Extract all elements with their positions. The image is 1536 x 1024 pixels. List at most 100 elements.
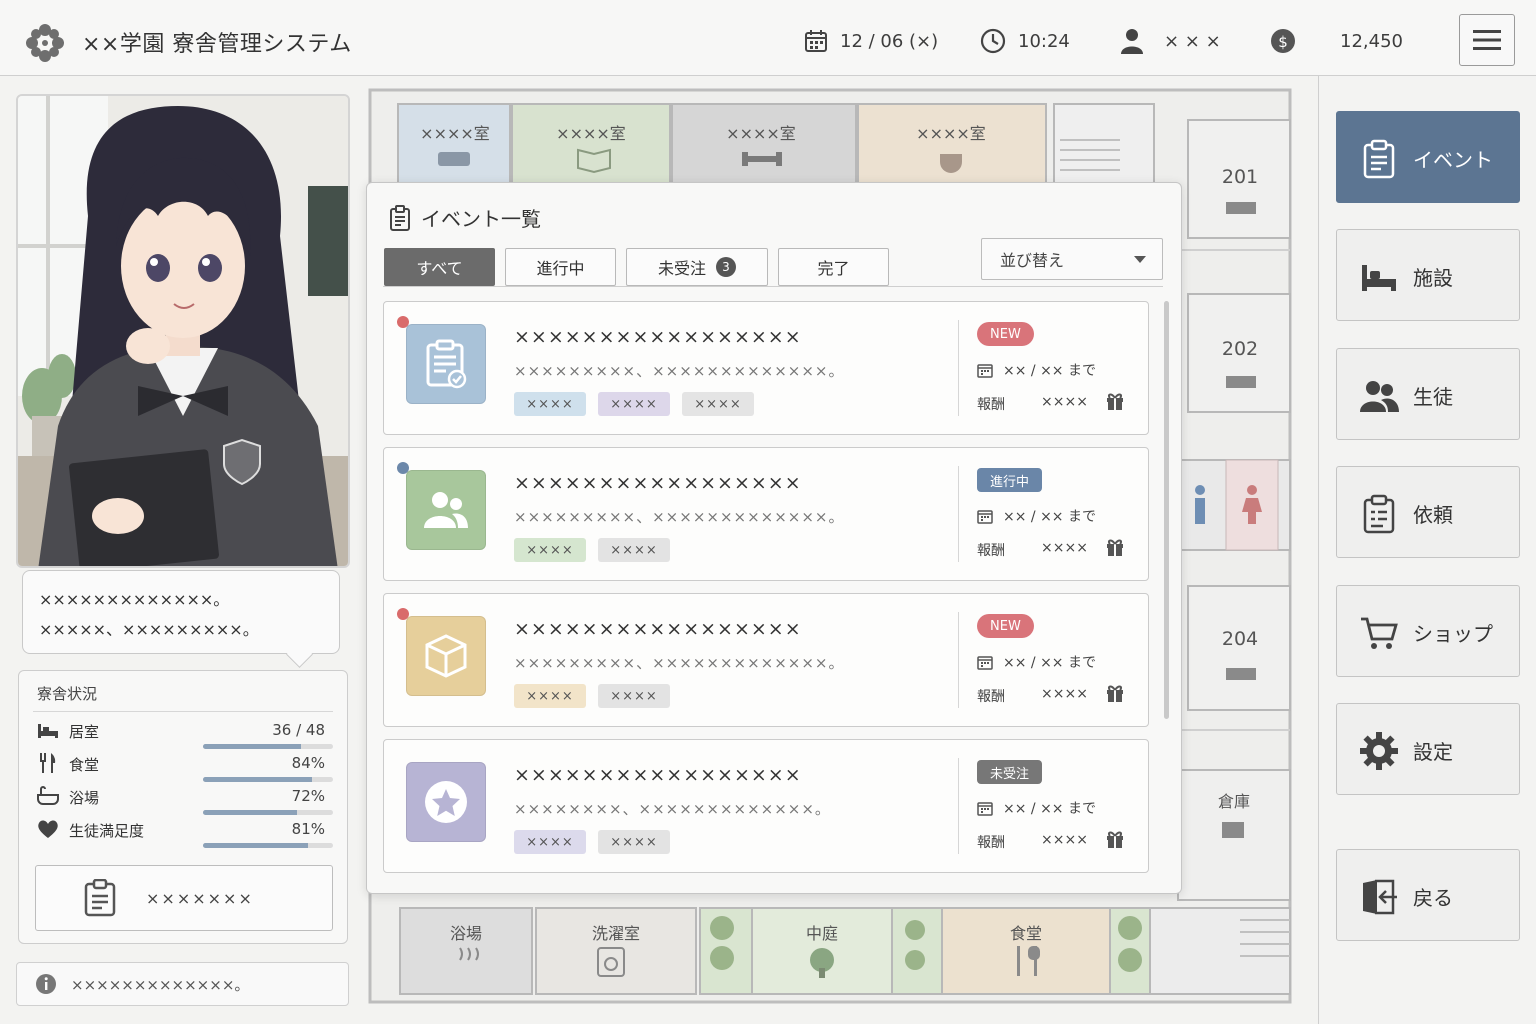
nav-facilities-button[interactable]: 施設 — [1336, 229, 1520, 321]
event-tag: ×××× — [514, 684, 586, 708]
sort-dropdown[interactable]: 並び替え — [981, 238, 1163, 280]
event-due: ×× / ×× まで — [977, 798, 1096, 818]
coin-icon: $ — [1271, 29, 1295, 53]
sort-label: 並び替え — [1000, 251, 1065, 270]
right-navigation: イベント 施設 生徒 依頼 ショップ 設定 戻る — [1318, 76, 1536, 1024]
tab-in-progress[interactable]: 進行中 — [505, 248, 616, 286]
nav-label: 施設 — [1413, 266, 1453, 290]
event-tag: ×××× — [598, 392, 670, 416]
tab-all[interactable]: すべて — [384, 248, 495, 286]
status-badge: 進行中 — [977, 468, 1043, 492]
nav-back-button[interactable]: 戻る — [1336, 849, 1520, 941]
reward-value: ×××× — [1041, 832, 1088, 848]
nav-label: 生徒 — [1413, 385, 1453, 409]
tab-not-accepted[interactable]: 未受注 3 — [626, 248, 768, 286]
clipboard-icon — [84, 879, 116, 917]
event-tag: ×××× — [598, 684, 670, 708]
status-progress-bar — [203, 810, 333, 815]
status-label: 食堂 — [69, 756, 100, 774]
count-badge: 3 — [716, 257, 736, 277]
date-display: 12 / 06 (×) — [804, 26, 938, 56]
user-name: × × × — [1164, 30, 1221, 52]
nav-label: 設定 — [1413, 740, 1453, 764]
event-thumbnail — [406, 616, 486, 696]
nav-shop-button[interactable]: ショップ — [1336, 585, 1520, 677]
status-row-rooms: 居室 36 / 48 — [37, 719, 333, 749]
speech-line: ×××××、×××××××××。 — [39, 620, 259, 639]
event-card[interactable]: ××××××××××××××××× ××××××××、×××××××××××××… — [383, 739, 1149, 873]
nav-events-button[interactable]: イベント — [1336, 111, 1520, 203]
chevron-down-icon — [1134, 256, 1146, 263]
event-due-text: ×× / ×× まで — [1003, 655, 1096, 671]
tab-completed[interactable]: 完了 — [778, 248, 889, 286]
status-progress-bar — [203, 777, 333, 782]
event-description: ×××××××××、×××××××××××××。 — [514, 508, 845, 526]
event-description: ×××××××××、×××××××××××××。 — [514, 654, 845, 672]
status-value: 81% — [291, 820, 325, 838]
gift-icon — [1107, 685, 1123, 702]
tab-label: 完了 — [817, 259, 850, 278]
event-reward: 報酬 ×××× — [977, 539, 1137, 560]
exit-door-icon — [1363, 879, 1397, 915]
event-card[interactable]: ××××××××××××××××× ×××××××××、××××××××××××… — [383, 593, 1149, 727]
info-bar: ×××××××××××××。 — [16, 962, 349, 1006]
event-due: ×× / ×× まで — [977, 506, 1096, 526]
map-room-label: 中庭 — [805, 924, 838, 943]
event-description: ×××××××××、×××××××××××××。 — [514, 362, 845, 380]
character-portrait — [16, 94, 350, 568]
clock-icon — [980, 28, 1006, 54]
dorm-report-button[interactable]: ××××××× — [35, 865, 333, 931]
status-value: 84% — [291, 754, 325, 772]
request-clipboard-icon — [1363, 494, 1395, 534]
tab-label: すべて — [416, 259, 463, 278]
nav-settings-button[interactable]: 設定 — [1336, 703, 1520, 795]
menu-button[interactable] — [1459, 14, 1515, 66]
event-tag: ×××× — [682, 392, 754, 416]
status-value: 36 / 48 — [272, 721, 325, 739]
dorm-status-panel: 寮舎状況 居室 36 / 48 食堂 84% 浴場 72% 生徒満足度 81% … — [18, 670, 348, 944]
scrollbar[interactable] — [1164, 301, 1169, 719]
nav-label: 依頼 — [1413, 503, 1453, 527]
event-tag: ×××× — [598, 830, 670, 854]
event-tags: ×××× ×××× — [514, 684, 682, 708]
event-title: ××××××××××××××××× — [514, 472, 802, 494]
event-title: ××××××××××××××××× — [514, 764, 802, 786]
nav-requests-button[interactable]: 依頼 — [1336, 466, 1520, 558]
modal-title: イベント一覧 — [389, 203, 541, 232]
map-room-label: 201 — [1221, 166, 1259, 188]
status-progress-fill — [203, 843, 309, 848]
clipboard-check-icon — [426, 339, 467, 389]
event-card[interactable]: ××××××××××××××××× ×××××××××、××××××××××××… — [383, 447, 1149, 581]
map-room-label: 倉庫 — [1217, 792, 1250, 811]
reward-value: ×××× — [1041, 394, 1088, 410]
map-room-label: ××××室 — [916, 124, 986, 143]
status-row-satisfaction: 生徒満足度 81% — [37, 818, 333, 848]
time-text: 10:24 — [1018, 30, 1070, 52]
gear-icon — [1360, 732, 1398, 770]
event-card[interactable]: ××××××××××××××××× ×××××××××、××××××××××××… — [383, 301, 1149, 435]
event-due-text: ×× / ×× まで — [1003, 509, 1096, 525]
status-label: 生徒満足度 — [69, 822, 145, 840]
nav-students-button[interactable]: 生徒 — [1336, 348, 1520, 440]
divider — [33, 711, 333, 712]
event-reward: 報酬 ×××× — [977, 831, 1137, 852]
map-room-label: 洗濯室 — [591, 924, 640, 943]
date-text: 12 / 06 (×) — [840, 30, 939, 52]
bed-icon — [1362, 265, 1396, 291]
event-tags: ×××× ×××× ×××× — [514, 392, 766, 416]
nav-label: イベント — [1413, 148, 1493, 172]
status-progress-fill — [203, 810, 297, 815]
status-value: 72% — [291, 787, 325, 805]
modal-title-text: イベント一覧 — [421, 207, 541, 231]
character-speech-bubble: ×××××××××××××。 ×××××、×××××××××。 — [22, 570, 340, 654]
status-progress-bar — [203, 843, 333, 848]
fork-knife-icon — [40, 753, 56, 773]
status-label: 浴場 — [69, 789, 100, 807]
reward-label: 報酬 — [977, 689, 1005, 705]
gift-icon — [1107, 393, 1123, 410]
event-tag: ×××× — [514, 830, 586, 854]
svg-text:$: $ — [1278, 33, 1288, 51]
heart-icon — [38, 820, 58, 838]
tab-label: 進行中 — [536, 259, 585, 278]
flower-crest-icon — [26, 24, 64, 62]
